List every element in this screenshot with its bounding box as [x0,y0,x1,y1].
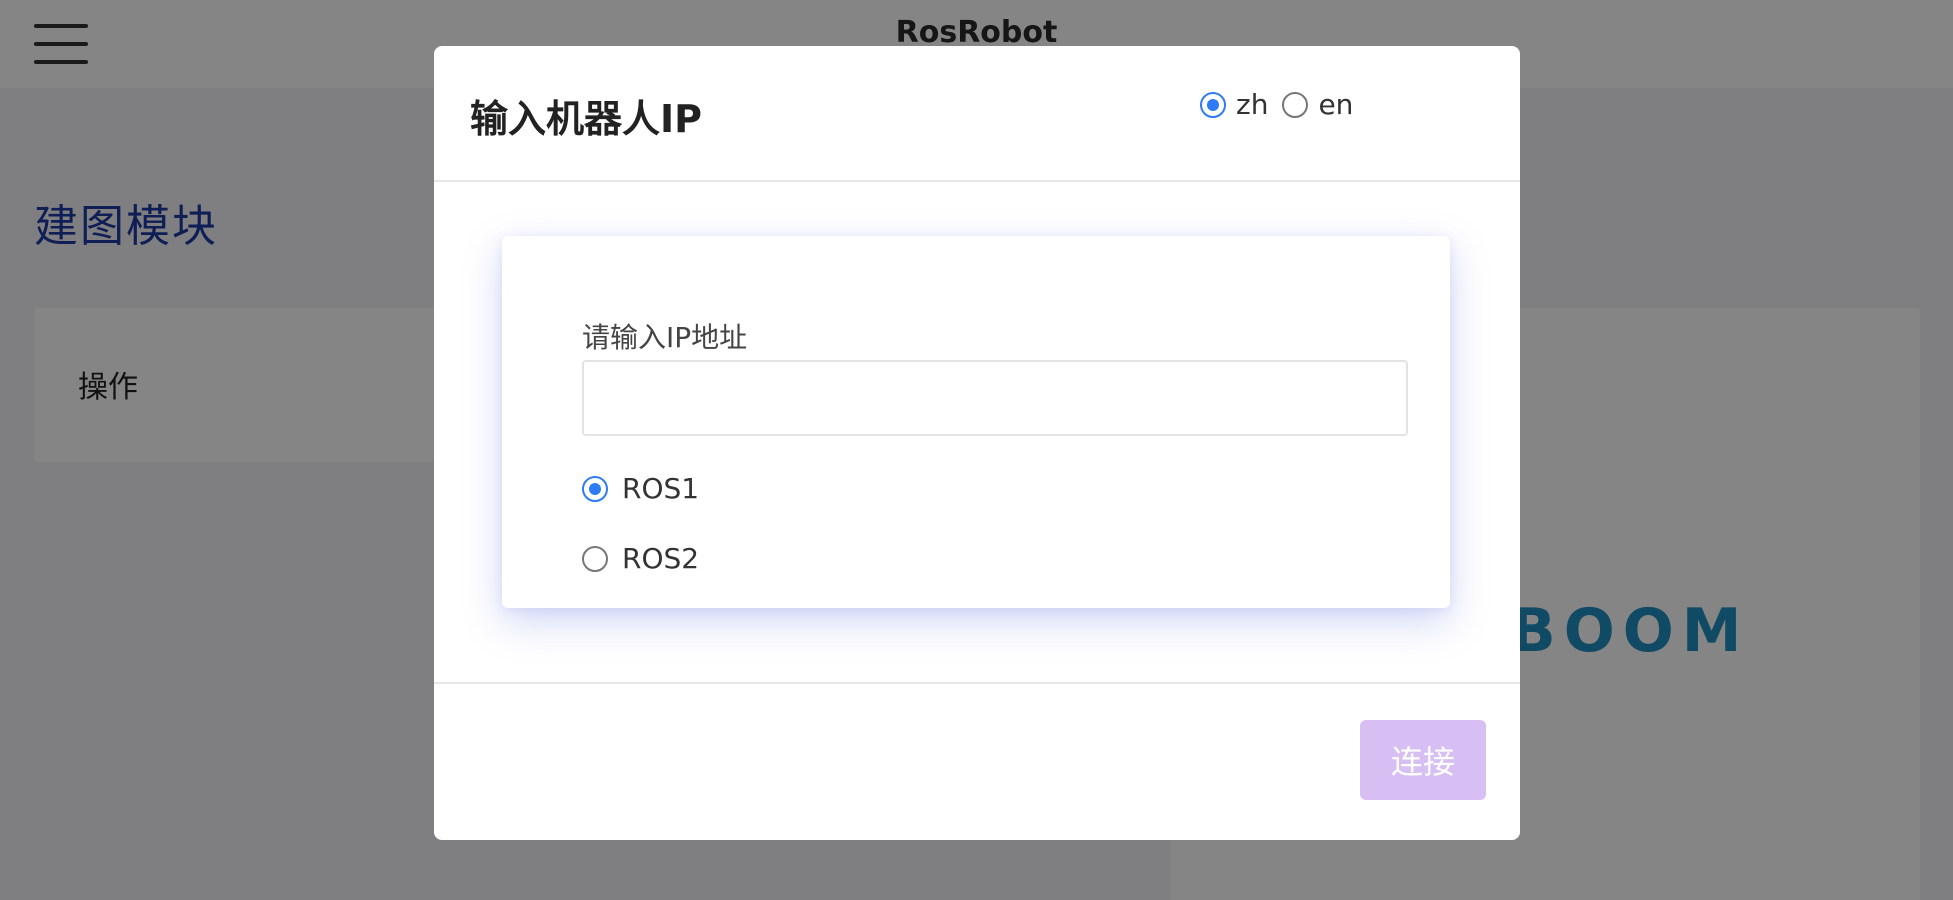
ros1-label: ROS1 [622,472,700,505]
radio-zh[interactable] [1200,91,1226,118]
ip-form-card: 请输入IP地址 ROS1 ROS2 [502,236,1450,608]
dialog-title: 输入机器人IP [470,97,702,141]
lang-option-en[interactable]: en [1282,88,1353,121]
language-selector: zh en [1200,88,1367,121]
lang-en-label: en [1318,88,1354,121]
lang-option-zh[interactable]: zh [1200,88,1268,121]
lang-zh-label: zh [1236,88,1269,121]
radio-ros1[interactable] [582,475,608,502]
ros1-option[interactable]: ROS1 [582,472,699,505]
ros2-option[interactable]: ROS2 [582,542,699,575]
radio-en[interactable] [1282,91,1309,118]
connect-dialog: 输入机器人IP zh en 请输入IP地址 ROS1 ROS2 连接 [434,46,1520,840]
radio-ros2[interactable] [582,545,608,572]
dialog-footer: 连接 [434,682,1520,840]
ip-address-input[interactable] [582,360,1408,436]
connect-button[interactable]: 连接 [1360,720,1486,800]
dialog-header: 输入机器人IP zh en [434,46,1520,182]
ros2-label: ROS2 [622,542,700,575]
ip-address-label: 请输入IP地址 [582,321,748,354]
